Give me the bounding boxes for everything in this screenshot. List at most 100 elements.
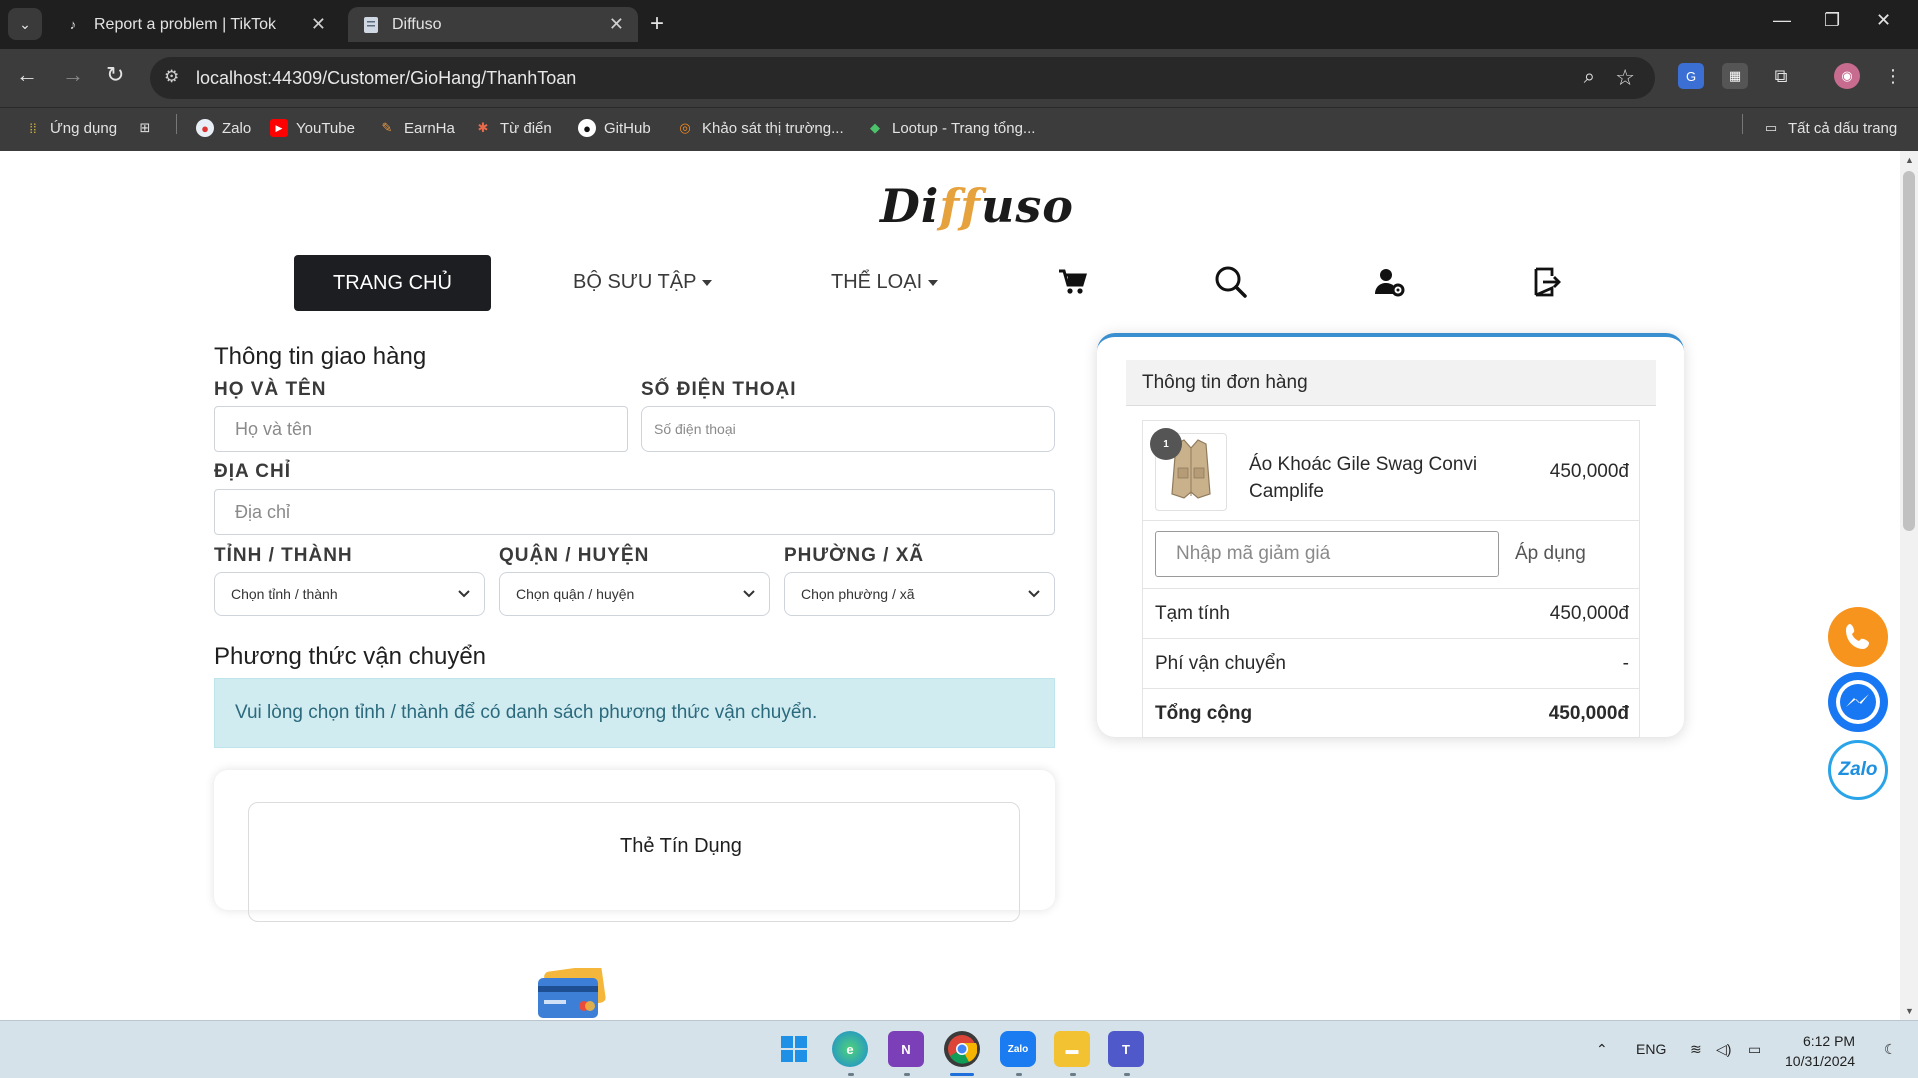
language-indicator[interactable]: ENG [1636,1041,1666,1057]
user-settings-icon[interactable] [1373,265,1407,299]
bookmark-star-icon[interactable]: ☆ [1615,65,1635,91]
reload-icon[interactable]: ↻ [106,62,124,88]
new-tab-button[interactable]: + [650,10,664,38]
province-select-value: Chọn tỉnh / thành [231,586,338,602]
menu-dots-icon[interactable]: ⋮ [1880,63,1906,89]
site-logo[interactable]: Diffuso [880,179,1074,233]
bookmark-label: Zalo [222,119,252,137]
close-icon[interactable]: ✕ [311,14,326,35]
system-clock[interactable]: 6:12 PM 10/31/2024 [1785,1031,1855,1071]
shipping-method-notice: Vui lòng chọn tỉnh / thành để có danh sá… [214,678,1055,748]
address-bar[interactable]: ⚙ localhost:44309/Customer/GioHang/Thanh… [150,57,1655,99]
phone-call-button[interactable] [1828,607,1888,667]
bookmark-lootup[interactable]: ◆ Lootup - Trang tổng... [866,119,1035,137]
messenger-icon [1836,680,1880,724]
browser-tab-bar: ⌄ ♪ Report a problem | TikTok ✕ Diffuso … [0,0,1918,49]
back-icon[interactable]: ← [16,62,38,88]
site-info-icon[interactable]: ⚙ [164,67,179,87]
file-explorer-icon[interactable]: ▬ [1054,1031,1090,1067]
bookmark-dictionary[interactable]: ✱ Từ điển [474,119,552,137]
messenger-button[interactable] [1828,672,1888,732]
logo-text-accent: ff [939,179,981,233]
total-value: 450,000đ [1548,703,1629,724]
district-select-value: Chọn quận / huyện [516,586,635,602]
nav-collection-dropdown[interactable]: BỘ SƯU TẬP [573,271,713,294]
restore-button[interactable]: ❐ [1824,10,1840,31]
district-select[interactable]: Chọn quận / huyện [499,572,770,616]
district-label: QUẬN / HUYỆN [499,545,650,566]
notification-icon[interactable]: ☾ [1884,1041,1897,1058]
bookmark-grid[interactable]: ⊞ [136,119,162,137]
tab-tiktok[interactable]: ♪ Report a problem | TikTok ✕ [50,7,340,42]
grid-icon: ⊞ [139,120,151,135]
scroll-down-arrow[interactable]: ▼ [1905,1006,1914,1016]
caret-down-icon [702,279,713,286]
battery-icon[interactable]: ▭ [1748,1041,1761,1058]
zoom-icon[interactable]: ⌕ [1584,66,1595,89]
profile-avatar[interactable]: ◉ [1834,63,1860,89]
tab-search-button[interactable]: ⌄ [8,8,42,40]
scroll-up-arrow[interactable]: ▲ [1905,155,1914,165]
apply-coupon-button[interactable]: Áp dụng [1515,543,1586,565]
bookmark-youtube[interactable]: ▶ YouTube [270,119,355,137]
extensions-icon[interactable]: ⧉ [1768,63,1794,89]
bookmark-apps[interactable]: ⁞⁞ Ứng dụng [24,119,117,137]
page-scrollbar[interactable]: ▲ ▼ [1900,151,1918,1020]
qr-code-icon[interactable]: ▦ [1722,63,1748,89]
taskbar-running-indicator [1016,1073,1022,1076]
windows-start-icon[interactable] [776,1031,812,1067]
visual-studio-icon[interactable]: N [888,1031,924,1067]
bookmark-github[interactable]: ● GitHub [578,119,651,137]
chrome-icon[interactable] [944,1031,980,1067]
close-icon[interactable]: ✕ [609,14,624,35]
ward-select[interactable]: Chọn phường / xã [784,572,1055,616]
bookmark-zalo[interactable]: ● Zalo [196,119,251,137]
nav-category-dropdown[interactable]: THỂ LOẠI [831,271,939,294]
minimize-button[interactable]: — [1773,10,1791,31]
zalo-chat-button[interactable]: Zalo [1828,740,1888,800]
cart-icon[interactable] [1055,265,1089,299]
translate-icon[interactable]: G [1678,63,1704,89]
province-select[interactable]: Chọn tỉnh / thành [214,572,485,616]
url-text[interactable]: localhost:44309/Customer/GioHang/ThanhTo… [196,68,576,89]
bookmark-separator [1742,114,1743,134]
province-label: TỈNH / THÀNH [214,545,353,566]
survey-icon: ◎ [679,120,691,135]
nav-home-button[interactable]: TRANG CHỦ [294,255,491,311]
address-field[interactable]: Địa chỉ [214,489,1055,535]
total-row: Tổng cộng 450,000đ [1143,689,1639,737]
coupon-input[interactable]: Nhập mã giảm giá [1155,531,1499,577]
logo-text-end: uso [980,179,1074,233]
bookmark-label: YouTube [296,119,355,137]
logout-icon[interactable] [1530,265,1564,299]
credit-card-option[interactable] [248,802,1020,922]
tab-diffuso[interactable]: Diffuso ✕ [348,7,638,42]
edge-dev-icon[interactable]: e [832,1031,868,1067]
taskbar-running-indicator [1124,1073,1130,1076]
teams-icon[interactable]: T [1108,1031,1144,1067]
bookmark-label: Khảo sát thị trường... [702,119,844,137]
bookmark-survey[interactable]: ◎ Khảo sát thị trường... [676,119,844,137]
name-field[interactable]: Họ và tên [214,406,628,452]
product-name: Áo Khoác Gile Swag Convi Camplife [1249,454,1478,502]
total-label: Tổng cộng [1155,703,1253,724]
subtotal-label: Tạm tính [1155,603,1230,624]
search-icon[interactable] [1214,265,1248,299]
taskbar-running-indicator [848,1073,854,1076]
credit-card-label: Thẻ Tín Dụng [620,835,742,857]
product-price: 450,000đ [1549,461,1629,482]
chevron-down-icon [743,590,755,598]
all-bookmarks-label: Tất cả dấu trang [1788,119,1898,137]
wifi-icon[interactable]: ≋ [1690,1041,1702,1058]
zalo-app-icon[interactable]: Zalo [1000,1031,1036,1067]
scrollbar-thumb[interactable] [1903,171,1915,531]
taskbar-active-indicator [950,1073,974,1076]
forward-icon[interactable]: → [62,62,84,88]
window-close-button[interactable]: ✕ [1876,10,1891,31]
credit-card-icon [536,964,608,1020]
bookmark-earnha[interactable]: ✎ EarnHa [378,119,455,137]
tray-overflow-icon[interactable]: ⌃ [1596,1041,1608,1058]
all-bookmarks-button[interactable]: ▭ Tất cả dấu trang [1762,119,1897,137]
phone-field[interactable]: Số điện thoại [641,406,1055,452]
volume-icon[interactable]: ◁) [1716,1041,1731,1058]
